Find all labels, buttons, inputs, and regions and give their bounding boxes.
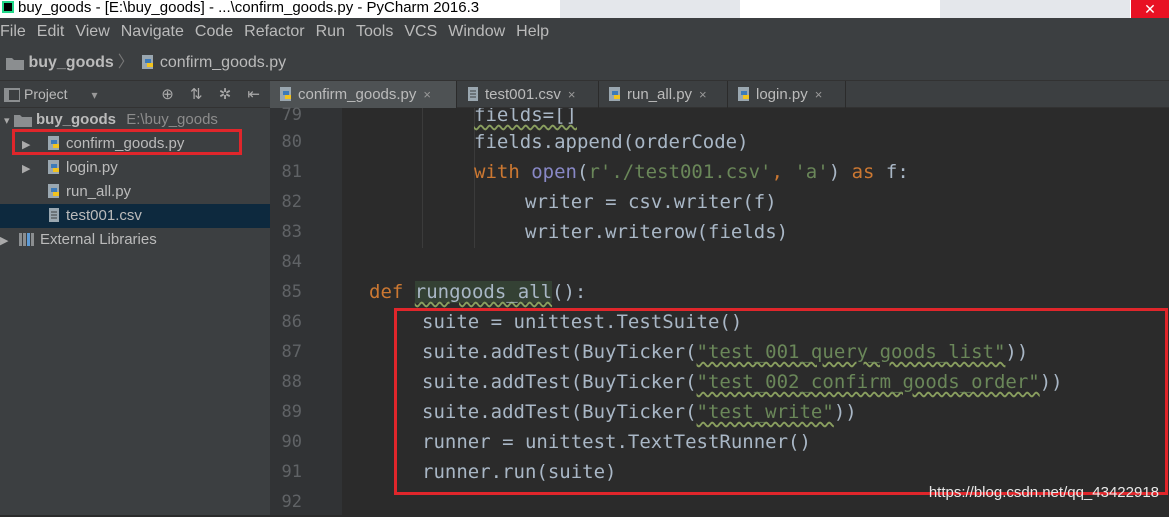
- menu-navigate[interactable]: Navigate: [121, 23, 184, 40]
- breadcrumb: buy_goods 〉 confirm_goods.py: [0, 45, 1169, 81]
- menu-refactor[interactable]: Refactor: [244, 23, 304, 40]
- project-panel-toolbar[interactable]: ⊕ ⇅ ✲ ⇤: [161, 81, 266, 108]
- line-number: 81: [281, 162, 302, 182]
- python-file-icon: [48, 184, 59, 198]
- code-line-80: fields.append(orderCode): [474, 131, 749, 153]
- expand-arrow-icon[interactable]: ▶: [22, 157, 32, 181]
- window-titlebar: buy_goods - [E:\buy_goods] - ...\confirm…: [0, 0, 1169, 18]
- close-icon[interactable]: ×: [815, 87, 823, 102]
- watermark-url: https://blog.csdn.net/qq_43422918: [928, 484, 1159, 501]
- python-file-icon: [141, 55, 153, 69]
- tree-item-run-all[interactable]: run_all.py: [0, 180, 270, 204]
- indent-guide: [422, 108, 423, 248]
- editor-gutter: 79 80 81 82 83 84 85 86 87 88 89 90 91 9…: [270, 105, 342, 515]
- tree-item-label: test001.csv: [66, 207, 142, 224]
- line-number: 87: [281, 342, 302, 362]
- tab-login[interactable]: login.py ×: [728, 81, 846, 108]
- highlight-box-tree: [12, 129, 242, 155]
- csv-file-icon: [49, 208, 59, 222]
- tree-item-label: login.py: [66, 159, 118, 176]
- python-file-icon: [609, 87, 620, 101]
- project-tree: ▾ buy_goods E:\buy_goods ▶ confirm_goods.p…: [0, 108, 270, 515]
- menu-bar: File Edit View Navigate Code Refactor Run Tools…: [0, 18, 1169, 45]
- line-number: 86: [281, 312, 302, 332]
- code-line-85: def rungoods_all():: [369, 281, 587, 303]
- code-line-83: writer.writerow(fields): [525, 221, 789, 243]
- close-icon[interactable]: ×: [568, 87, 576, 102]
- menu-edit[interactable]: Edit: [37, 23, 65, 40]
- menu-run[interactable]: Run: [316, 23, 345, 40]
- tab-test001-csv[interactable]: test001.csv ×: [457, 81, 599, 108]
- menu-vcs[interactable]: VCS: [404, 23, 437, 40]
- tree-item-label: run_all.py: [66, 183, 132, 200]
- tree-item-login[interactable]: ▶ login.py: [0, 156, 270, 180]
- breadcrumb-project[interactable]: buy_goods: [28, 54, 113, 71]
- breadcrumb-file[interactable]: confirm_goods.py: [160, 54, 286, 71]
- pycharm-app-icon: [2, 1, 14, 13]
- line-number: 92: [281, 492, 302, 512]
- tab-label: login.py: [756, 86, 808, 103]
- blurred-taskbar-area: [940, 0, 1130, 18]
- editor-tabs: confirm_goods.py × test001.csv × run_all.p…: [270, 81, 1169, 108]
- project-view-icon: [4, 88, 20, 102]
- folder-icon: [6, 58, 24, 70]
- project-view-dropdown-icon[interactable]: ▾: [91, 88, 97, 102]
- tree-item-test001-csv[interactable]: test001.csv: [0, 204, 270, 228]
- tab-label: confirm_goods.py: [298, 86, 417, 103]
- tree-root-path: E:\buy_goods: [126, 111, 218, 128]
- project-panel-header: Project ▾ ⊕ ⇅ ✲ ⇤: [0, 81, 270, 108]
- window-title: buy_goods - [E:\buy_goods] - ...\confirm…: [18, 0, 480, 16]
- menu-help[interactable]: Help: [516, 23, 549, 40]
- menu-view[interactable]: View: [75, 23, 109, 40]
- code-line-81: with open(r'./test001.csv', 'a') as f:: [474, 161, 909, 183]
- tab-label: run_all.py: [627, 86, 693, 103]
- tree-root-label: buy_goods: [36, 111, 117, 128]
- folder-icon: [14, 115, 32, 127]
- line-number: 91: [281, 462, 302, 482]
- line-number: 90: [281, 432, 302, 452]
- tree-item-external-libraries[interactable]: ▶ External Libraries: [0, 228, 270, 252]
- close-icon[interactable]: ×: [423, 87, 431, 102]
- menu-tools[interactable]: Tools: [356, 23, 393, 40]
- breadcrumb-separator: 〉: [117, 54, 134, 71]
- tab-label: test001.csv: [485, 86, 561, 103]
- menu-code[interactable]: Code: [195, 23, 233, 40]
- window-close-button[interactable]: ✕: [1131, 0, 1169, 18]
- line-number: 88: [281, 372, 302, 392]
- expand-arrow-icon[interactable]: ▶: [0, 229, 10, 253]
- line-number: 82: [281, 192, 302, 212]
- line-number: 89: [281, 402, 302, 422]
- line-number: 80: [281, 132, 302, 152]
- line-number: 83: [281, 222, 302, 242]
- csv-file-icon: [468, 87, 478, 101]
- line-number: 85: [281, 282, 302, 302]
- python-file-icon: [48, 160, 59, 174]
- highlight-box-code: [394, 308, 1168, 495]
- blurred-taskbar-area: [560, 0, 740, 18]
- line-number: 79: [281, 105, 302, 125]
- tab-run-all[interactable]: run_all.py ×: [599, 81, 728, 108]
- python-file-icon: [738, 87, 749, 101]
- line-number: 84: [281, 252, 302, 272]
- close-icon[interactable]: ×: [699, 87, 707, 102]
- menu-window[interactable]: Window: [448, 23, 505, 40]
- menu-file[interactable]: File: [0, 23, 26, 40]
- project-panel-title[interactable]: Project: [24, 86, 68, 102]
- libraries-icon: [19, 233, 34, 246]
- code-line-82: writer = csv.writer(f): [525, 191, 777, 213]
- tree-item-label: External Libraries: [40, 231, 157, 248]
